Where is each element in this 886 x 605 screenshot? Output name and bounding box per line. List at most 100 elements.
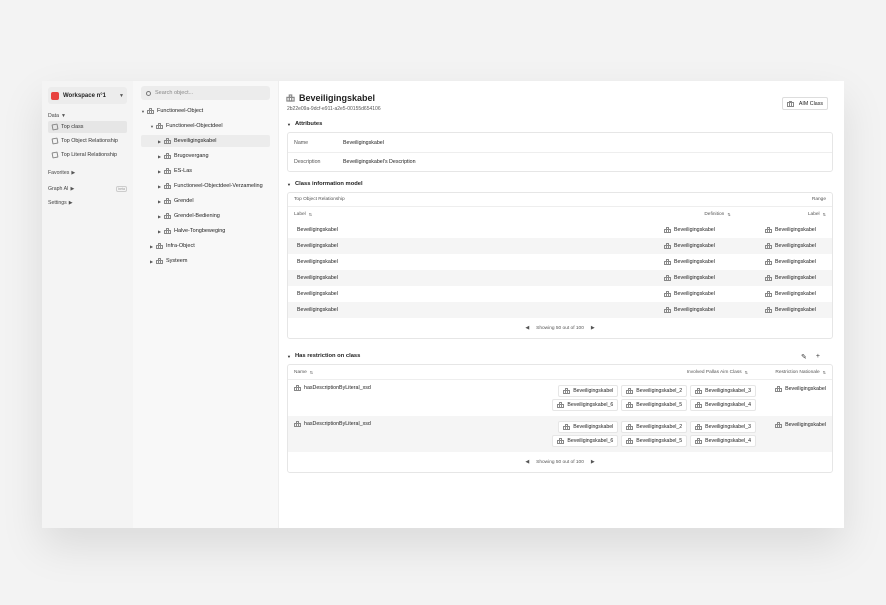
sidebar-section-graph-ai[interactable]: Graph AI ▶ beta — [48, 186, 127, 192]
classes-icon — [626, 388, 634, 394]
table-row[interactable]: Beveiligingskabel Beveiligingskabel Beveil… — [288, 286, 832, 302]
class-chip[interactable]: Beveiligingskabel — [558, 421, 619, 433]
classes-icon — [156, 243, 163, 249]
tree-item[interactable]: ▶ Brugovergang — [141, 150, 270, 162]
sort-name-column[interactable]: Name ⇅ — [294, 370, 547, 375]
table-row[interactable]: hasDescriptionByLiteral_xsd Beveiligings… — [288, 416, 832, 452]
classes-icon — [164, 183, 171, 189]
next-page-button[interactable]: ▶ — [591, 460, 595, 465]
classes-icon — [563, 424, 571, 430]
class-chip[interactable]: Beveiligingskabel_3 — [690, 385, 756, 397]
workspace-name: Workspace n°1 — [63, 92, 106, 99]
table-row[interactable]: hasDescriptionByLiteral_xsd Beveiligings… — [288, 380, 832, 416]
sort-range-label-column[interactable]: Label ⇅ — [768, 212, 826, 217]
object-uuid: 2b22e09a-9dcf-e911-a2e5-00155d654106 — [287, 106, 381, 112]
sort-icon: ⇅ — [309, 369, 314, 375]
attribute-row: Description Beveiligingskabel's Descripti… — [288, 152, 832, 171]
classes-icon — [664, 243, 671, 249]
tree-item[interactable]: ▶ Grendel — [141, 195, 270, 207]
pagination: ◀ Showing 50 out of 100 ▶ — [288, 318, 832, 338]
classes-icon — [664, 307, 671, 313]
chevron-right-icon: ▶ — [71, 170, 76, 176]
tree-item[interactable]: ▶ ES-Las — [141, 165, 270, 177]
classes-icon — [695, 438, 703, 444]
classes-icon — [695, 402, 703, 408]
attributes-card: Name Beveiligingskabel Description Beveili… — [287, 132, 833, 172]
next-page-button[interactable]: ▶ — [591, 326, 595, 331]
tag-icon — [51, 151, 59, 159]
search-input[interactable]: Search object... — [141, 86, 270, 100]
class-chip[interactable]: Beveiligingskabel_4 — [690, 399, 756, 411]
tree-item[interactable]: ▶ Systeem — [141, 255, 270, 267]
table-row[interactable]: Beveiligingskabel Beveiligingskabel Beveil… — [288, 270, 832, 286]
tree-item[interactable]: ▶ Grendel-Bediening — [141, 210, 270, 222]
workspace-switcher[interactable]: Workspace n°1 ▼ — [48, 87, 127, 104]
chevron-right-icon: ▶ — [68, 200, 73, 206]
tree-item[interactable]: ▶ Halve-Tongbeweging — [141, 225, 270, 237]
tree-item[interactable]: ▼ Functioneel-Objectdeel — [141, 120, 270, 132]
sidebar-item-top-class[interactable]: Top class — [48, 121, 127, 133]
add-icon[interactable]: + — [816, 353, 820, 361]
sort-restriction-column[interactable]: Restriction Nationale ⇅ — [756, 370, 826, 375]
sidebar-item-top-literal-relationship[interactable]: Top Literal Relationship — [48, 149, 127, 161]
classes-icon — [156, 123, 163, 129]
sidebar-section-settings[interactable]: Settings ▶ — [48, 200, 127, 206]
restriction-section-toggle[interactable]: ▼ Has restriction on class — [287, 353, 833, 359]
table-row[interactable]: Beveiligingskabel Beveiligingskabel Beveil… — [288, 302, 832, 318]
classes-icon — [765, 227, 772, 233]
sort-icon: ⇅ — [744, 369, 748, 375]
workspace-logo — [51, 91, 59, 100]
tag-icon — [51, 137, 59, 145]
class-chip[interactable]: Beveiligingskabel_2 — [621, 421, 688, 433]
search-icon — [146, 90, 151, 96]
tree-item[interactable]: ▼ Functioneel-Object — [141, 105, 270, 117]
table-header: Name ⇅ Involved Pallas Aim Class ⇅ Restric… — [288, 365, 832, 380]
table-header: Label ⇅ Definition ⇅ Label ⇅ — [288, 207, 832, 222]
tree-item[interactable]: ▶ Infra-Object — [141, 240, 270, 252]
classes-icon — [664, 259, 671, 265]
table-row[interactable]: Beveiligingskabel Beveiligingskabel Beveil… — [288, 238, 832, 254]
classes-icon — [164, 153, 171, 159]
class-chip[interactable]: Beveiligingskabel_2 — [621, 385, 688, 397]
class-chip[interactable]: Beveiligingskabel — [558, 385, 619, 397]
sidebar-section-data[interactable]: Data ▼ — [48, 113, 127, 119]
class-chip[interactable]: Beveiligingskabel_5 — [621, 399, 688, 411]
cim-section-toggle[interactable]: ▼ Class information model — [287, 181, 833, 187]
class-chip[interactable]: Beveiligingskabel_4 — [690, 435, 756, 447]
prev-page-button[interactable]: ◀ — [525, 326, 529, 331]
table-row[interactable]: Beveiligingskabel Beveiligingskabel Beveil… — [288, 254, 832, 270]
tree-item-selected[interactable]: ▶ Beveiligingskabel — [141, 135, 270, 147]
sidebar-section-favorites[interactable]: Favorites ▶ — [48, 170, 127, 176]
sort-label-column[interactable]: Label ⇅ — [294, 212, 667, 217]
classes-icon — [164, 168, 171, 174]
class-chip[interactable]: Beveiligingskabel_6 — [552, 435, 619, 447]
tag-icon — [51, 123, 59, 131]
classes-icon — [786, 100, 794, 107]
classes-icon — [765, 307, 772, 313]
sort-involved-column[interactable]: Involved Pallas Aim Class ⇅ — [547, 370, 756, 375]
classes-icon — [557, 402, 565, 408]
classes-icon — [765, 259, 772, 265]
class-chip[interactable]: Beveiligingskabel_6 — [552, 399, 619, 411]
edit-icon[interactable]: ✎ — [801, 353, 807, 361]
pagination-status: Showing 50 out of 100 — [536, 459, 584, 465]
chevron-right-icon: ▶ — [70, 186, 75, 192]
sort-icon: ⇅ — [822, 369, 826, 375]
object-tree: Search object... ▼ Functioneel-Object ▼ Fu… — [133, 81, 279, 528]
tree-item[interactable]: ▶ Functioneel-Objectdeel-Verzameling — [141, 180, 270, 192]
classes-icon — [626, 424, 634, 430]
class-chip[interactable]: Beveiligingskabel_5 — [621, 435, 688, 447]
sidebar-item-top-object-relationship[interactable]: Top Object Relationship — [48, 135, 127, 147]
pagination-status: Showing 50 out of 100 — [536, 325, 584, 331]
classes-icon — [164, 138, 171, 144]
aim-class-button[interactable]: AIM Class — [781, 97, 828, 110]
sort-definition-column[interactable]: Definition ⇅ — [667, 212, 768, 217]
class-chip[interactable]: Beveiligingskabel_3 — [690, 421, 756, 433]
classes-icon — [294, 385, 301, 391]
classes-icon — [626, 438, 634, 444]
attributes-section-toggle[interactable]: ▼ Attributes — [287, 121, 833, 127]
prev-page-button[interactable]: ◀ — [525, 460, 529, 465]
classes-icon — [557, 438, 565, 444]
table-row[interactable]: Beveiligingskabel Beveiligingskabel Beveil… — [288, 222, 832, 238]
sort-icon: ⇅ — [727, 212, 731, 217]
